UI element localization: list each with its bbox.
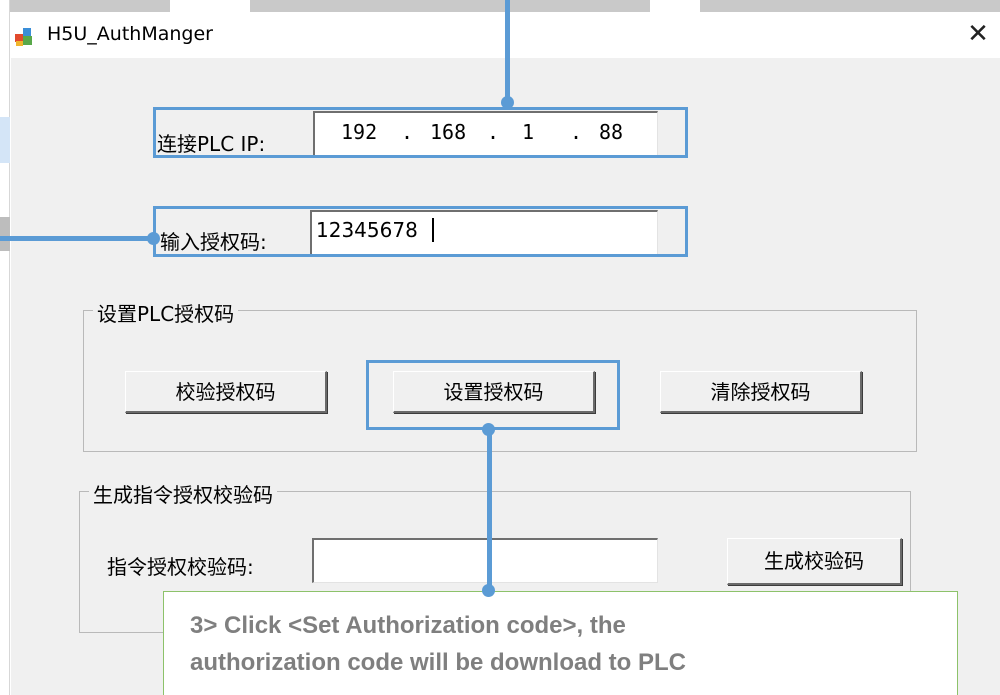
app-icon <box>14 25 36 47</box>
connector-line <box>0 236 154 241</box>
verify-auth-code-button[interactable]: 校验授权码 <box>125 371 327 413</box>
background-selection <box>0 117 10 163</box>
generate-checksum-group-title: 生成指令授权校验码 <box>89 479 277 508</box>
ip-highlight-box <box>153 107 688 158</box>
callout-text-line-2: authorization code will be download to P… <box>190 649 686 676</box>
connector-line <box>487 428 492 592</box>
auth-code-highlight-box <box>153 206 688 257</box>
background-bar <box>0 0 170 12</box>
connector-line <box>505 0 510 102</box>
background-window-edge <box>0 0 10 695</box>
set-plc-auth-group-title: 设置PLC授权码 <box>93 298 239 327</box>
background-bar <box>250 0 650 12</box>
background-scroll <box>0 217 10 251</box>
connector-dot <box>482 584 495 597</box>
callout-text-line-1: 3> Click <Set Authorization code>, the <box>190 612 626 639</box>
window-title: H5U_AuthManger <box>47 23 213 45</box>
close-icon[interactable]: ✕ <box>962 17 994 51</box>
background-window-strip <box>0 0 1000 16</box>
checksum-input[interactable] <box>312 538 658 583</box>
generate-checksum-button[interactable]: 生成校验码 <box>727 538 902 585</box>
clear-auth-code-button[interactable]: 清除授权码 <box>660 371 862 413</box>
set-button-highlight-box <box>366 360 620 430</box>
checksum-label: 指令授权校验码: <box>107 555 254 579</box>
instruction-callout: 3> Click <Set Authorization code>, the a… <box>163 591 958 695</box>
background-bar <box>700 0 1000 12</box>
